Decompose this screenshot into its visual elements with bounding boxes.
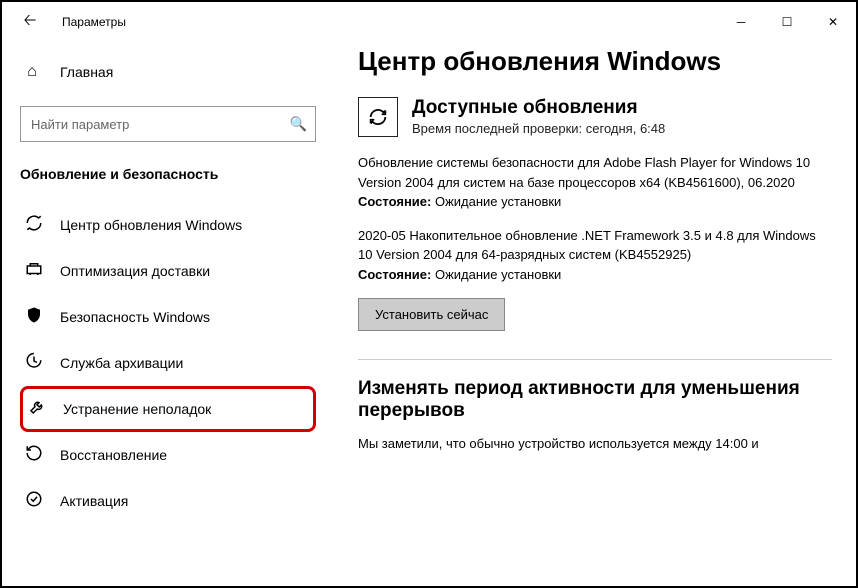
category-header: Обновление и безопасность xyxy=(20,166,316,182)
shield-icon xyxy=(24,306,44,329)
sidebar-item-troubleshoot[interactable]: Устранение неполадок xyxy=(20,386,316,432)
section-divider xyxy=(358,359,832,360)
sidebar-item-backup[interactable]: Служба архивации xyxy=(20,340,316,386)
available-updates-title: Доступные обновления xyxy=(412,97,665,119)
sidebar-item-label: Безопасность Windows xyxy=(60,309,210,325)
search-box[interactable]: 🔍 xyxy=(20,106,316,142)
search-input[interactable] xyxy=(21,107,315,141)
update-available-icon xyxy=(358,97,398,137)
minimize-button[interactable]: ─ xyxy=(718,6,764,38)
home-button[interactable]: ⌂ Главная xyxy=(20,50,316,94)
sidebar-item-label: Оптимизация доставки xyxy=(60,263,210,279)
activity-hours-text: Мы заметили, что обычно устройство испол… xyxy=(358,434,832,454)
sidebar-item-recovery[interactable]: Восстановление xyxy=(20,432,316,478)
home-label: Главная xyxy=(60,64,113,80)
last-check-time: Время последней проверки: сегодня, 6:48 xyxy=(412,121,665,136)
sidebar-item-windows-security[interactable]: Безопасность Windows xyxy=(20,294,316,340)
update-item: 2020-05 Накопительное обновление .NET Fr… xyxy=(358,226,832,285)
status-label: Состояние: xyxy=(358,267,431,282)
wrench-icon xyxy=(27,398,47,421)
sidebar-item-label: Центр обновления Windows xyxy=(60,217,242,233)
sync-icon xyxy=(24,214,44,237)
status-value: Ожидание установки xyxy=(435,267,561,282)
sidebar-item-label: Устранение неполадок xyxy=(63,401,211,417)
page-title: Центр обновления Windows xyxy=(358,46,832,77)
status-label: Состояние: xyxy=(358,194,431,209)
sidebar-item-windows-update[interactable]: Центр обновления Windows xyxy=(20,202,316,248)
app-title: Параметры xyxy=(62,15,126,29)
delivery-icon xyxy=(24,260,44,283)
activity-hours-title: Изменять период активности для уменьшени… xyxy=(358,378,832,422)
update-description: Обновление системы безопасности для Adob… xyxy=(358,155,810,190)
status-value: Ожидание установки xyxy=(435,194,561,209)
sidebar-item-activation[interactable]: Активация xyxy=(20,478,316,524)
update-description: 2020-05 Накопительное обновление .NET Fr… xyxy=(358,228,816,263)
backup-icon xyxy=(24,352,44,375)
sidebar-item-delivery-optimization[interactable]: Оптимизация доставки xyxy=(20,248,316,294)
home-icon: ⌂ xyxy=(20,63,44,81)
close-button[interactable]: ✕ xyxy=(810,6,856,38)
sidebar-item-label: Активация xyxy=(60,493,128,509)
update-item: Обновление системы безопасности для Adob… xyxy=(358,153,832,212)
sidebar-item-label: Восстановление xyxy=(60,447,167,463)
maximize-button[interactable]: ☐ xyxy=(764,6,810,38)
recovery-icon xyxy=(24,444,44,467)
search-icon: 🔍 xyxy=(290,116,307,133)
activation-icon xyxy=(24,490,44,513)
install-now-button[interactable]: Установить сейчас xyxy=(358,298,505,331)
back-button[interactable]: 🡠 xyxy=(14,6,46,38)
sidebar-item-label: Служба архивации xyxy=(60,355,183,371)
